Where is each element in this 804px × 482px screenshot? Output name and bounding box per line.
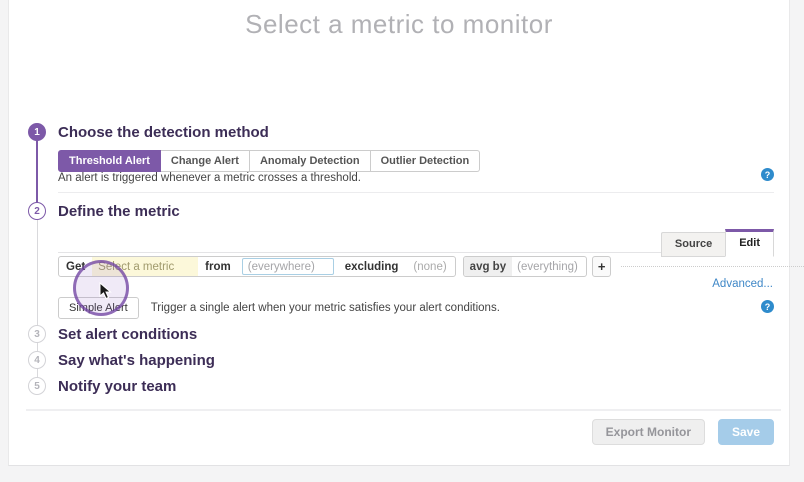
detection-method-tabs: Threshold Alert Change Alert Anomaly Det… bbox=[58, 150, 480, 172]
from-label: from bbox=[198, 261, 238, 273]
help-icon-detection[interactable]: ? bbox=[761, 168, 774, 181]
detection-description: An alert is triggered whenever a metric … bbox=[58, 172, 361, 184]
avg-by-group: avg by bbox=[463, 256, 587, 277]
tab-change-alert[interactable]: Change Alert bbox=[161, 150, 250, 172]
alert-type-description: Trigger a single alert when your metric … bbox=[151, 302, 500, 314]
step-5-indicator: 5 bbox=[28, 377, 46, 395]
cursor-icon bbox=[99, 282, 113, 300]
page-title: Select a metric to monitor bbox=[9, 0, 789, 40]
step-5-title[interactable]: Notify your team bbox=[58, 378, 176, 395]
advanced-link[interactable]: Advanced... bbox=[712, 278, 773, 290]
query-dotted-rule bbox=[621, 266, 804, 277]
step-3-indicator: 3 bbox=[28, 325, 46, 343]
scope-input[interactable] bbox=[242, 258, 334, 275]
step-4-title[interactable]: Say what's happening bbox=[58, 352, 215, 369]
save-button[interactable]: Save bbox=[718, 419, 774, 445]
step-2-indicator: 2 bbox=[28, 202, 46, 220]
tab-threshold-alert[interactable]: Threshold Alert bbox=[58, 150, 161, 172]
tab-anomaly-detection[interactable]: Anomaly Detection bbox=[250, 150, 371, 172]
help-icon-alert-type[interactable]: ? bbox=[761, 300, 774, 313]
page-background: Select a metric to monitor 1 2 3 4 5 Cho… bbox=[0, 0, 804, 466]
export-monitor-button[interactable]: Export Monitor bbox=[592, 419, 705, 445]
avg-by-label: avg by bbox=[464, 257, 512, 276]
tab-edit[interactable]: Edit bbox=[725, 229, 774, 257]
step-1-indicator: 1 bbox=[28, 123, 46, 141]
avg-by-input[interactable] bbox=[512, 261, 586, 273]
monitor-editor-card: Select a metric to monitor 1 2 3 4 5 Cho… bbox=[8, 0, 790, 466]
step-2-title: Define the metric bbox=[58, 203, 180, 220]
metric-query-row: Get from excluding (none) avg by + </> bbox=[58, 256, 804, 277]
add-query-button[interactable]: + bbox=[592, 256, 611, 277]
footer-divider bbox=[26, 409, 781, 411]
excluding-value[interactable]: (none) bbox=[405, 261, 454, 273]
editor-view-tabs: Source Edit bbox=[661, 229, 774, 257]
step-1-title: Choose the detection method bbox=[58, 124, 269, 141]
step-3-title[interactable]: Set alert conditions bbox=[58, 326, 197, 343]
excluding-label: excluding bbox=[338, 261, 406, 273]
tab-source[interactable]: Source bbox=[661, 232, 725, 257]
tab-outlier-detection[interactable]: Outlier Detection bbox=[371, 150, 481, 172]
stepper-connector-active bbox=[36, 137, 38, 207]
step-4-indicator: 4 bbox=[28, 351, 46, 369]
section-divider bbox=[58, 192, 774, 193]
